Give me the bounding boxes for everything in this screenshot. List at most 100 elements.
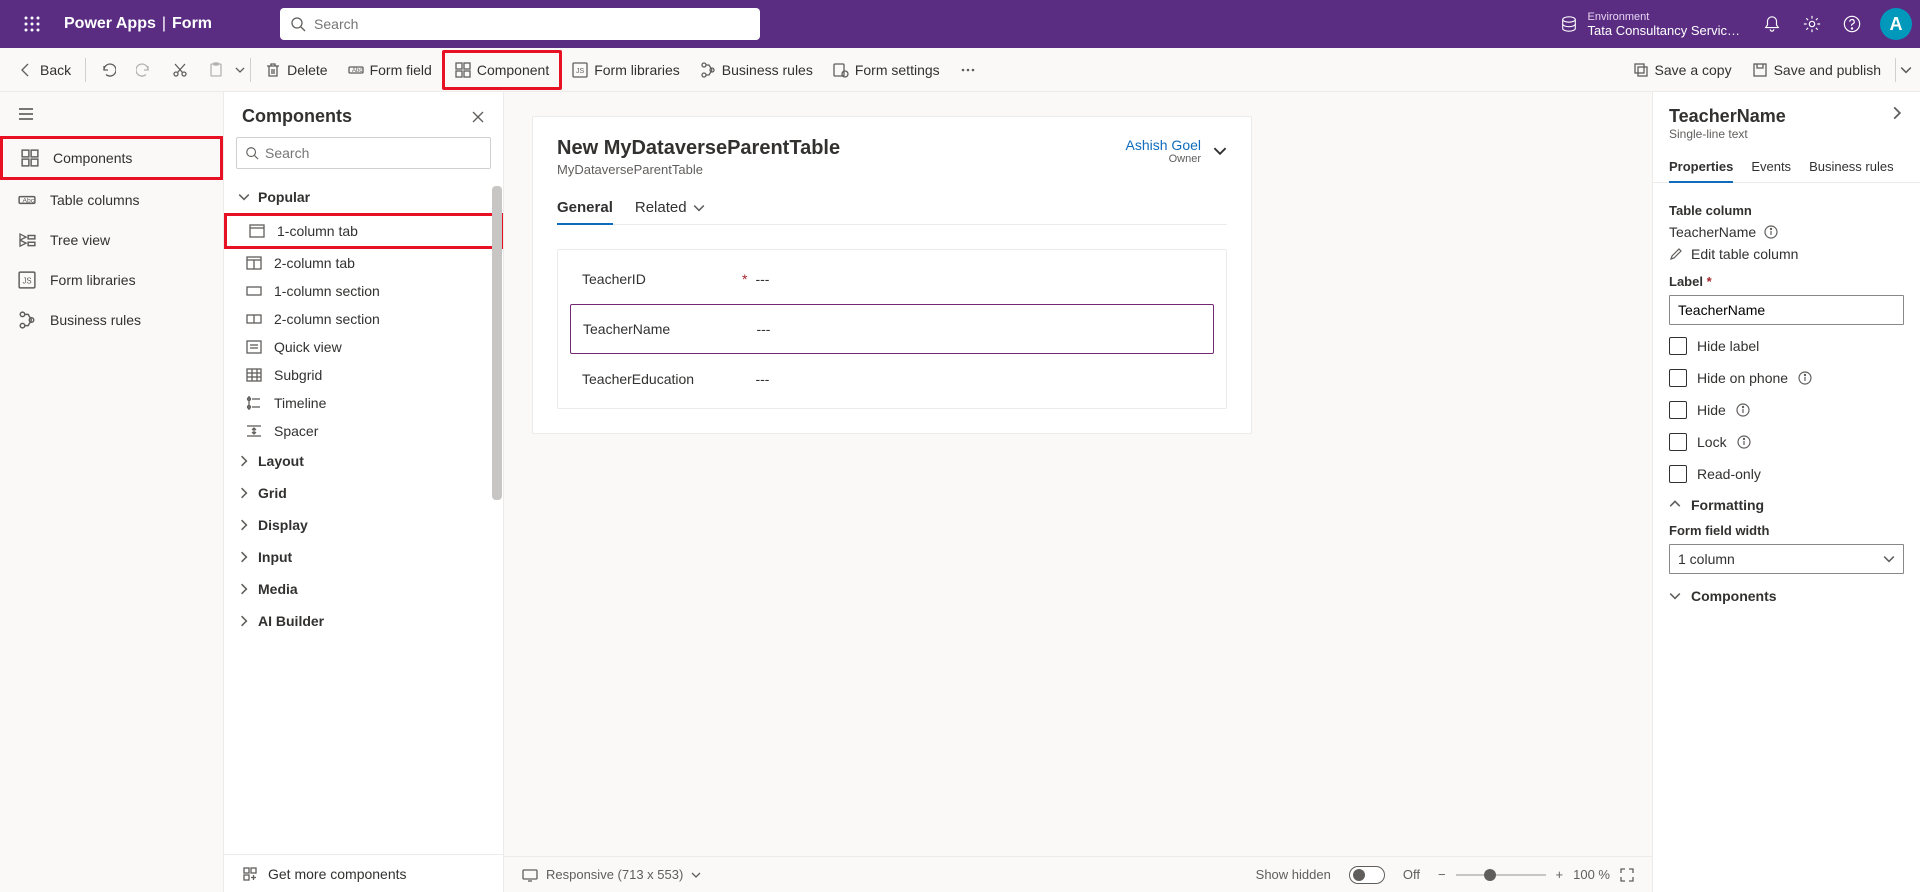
section-components[interactable]: Components	[1669, 588, 1904, 604]
undo-button[interactable]	[90, 54, 126, 86]
rail-item-form-libraries[interactable]: JS Form libraries	[0, 260, 223, 300]
prop-tab-events[interactable]: Events	[1751, 151, 1791, 182]
tab-related[interactable]: Related	[635, 191, 705, 224]
form-field-button[interactable]: Abc Form field	[338, 54, 442, 86]
checkbox-hide[interactable]: Hide	[1669, 401, 1904, 419]
category-display[interactable]: Display	[224, 509, 503, 541]
category-layout[interactable]: Layout	[224, 445, 503, 477]
form-card[interactable]: New MyDataverseParentTable MyDataversePa…	[532, 116, 1252, 434]
chevron-right-icon	[238, 455, 250, 467]
rail-item-table-columns[interactable]: Abc Table columns	[0, 180, 223, 220]
components-search[interactable]	[236, 137, 491, 169]
get-more-components[interactable]: Get more components	[224, 854, 503, 892]
paste-icon	[208, 62, 224, 78]
svg-text:Abc: Abc	[23, 197, 35, 204]
owner-field[interactable]: Ashish Goel Owner	[1126, 137, 1227, 165]
component-spacer[interactable]: Spacer	[224, 417, 503, 445]
show-hidden-toggle[interactable]	[1349, 866, 1385, 884]
zoom-out-button[interactable]: −	[1438, 867, 1446, 882]
tab-general[interactable]: General	[557, 191, 613, 224]
app-launcher-icon[interactable]	[8, 16, 56, 32]
environment-picker[interactable]: Environment Tata Consultancy Servic…	[1548, 11, 1752, 38]
back-button[interactable]: Back	[8, 54, 81, 86]
delete-button[interactable]: Delete	[255, 54, 337, 86]
properties-panel: TeacherName Single-line text Properties …	[1652, 92, 1920, 892]
field-width-select[interactable]: 1 column	[1669, 544, 1904, 574]
show-hidden-label: Show hidden	[1256, 867, 1331, 882]
fit-to-screen-button[interactable]	[1620, 868, 1634, 882]
delete-icon	[265, 62, 281, 78]
component-subgrid[interactable]: Subgrid	[224, 361, 503, 389]
component-1-column-section[interactable]: 1-column section	[224, 277, 503, 305]
table-column-value: TeacherName	[1669, 224, 1756, 240]
global-search[interactable]	[280, 8, 760, 40]
js-icon: JS	[572, 62, 588, 78]
field-row-teachereducation[interactable]: TeacherEducation * ---	[570, 354, 1214, 404]
form-field-icon: Abc	[348, 62, 364, 78]
components-panel-title: Components	[242, 106, 352, 127]
zoom-in-button[interactable]: +	[1556, 867, 1564, 882]
zoom-slider[interactable]	[1484, 869, 1496, 881]
components-scrollbar[interactable]	[491, 182, 503, 762]
form-subtitle: MyDataverseParentTable	[557, 162, 840, 177]
info-icon[interactable]	[1764, 225, 1778, 239]
section-formatting[interactable]: Formatting	[1669, 497, 1904, 513]
label-input[interactable]	[1669, 295, 1904, 325]
edit-table-column[interactable]: Edit table column	[1669, 246, 1904, 262]
category-ai-builder[interactable]: AI Builder	[224, 605, 503, 637]
redo-button[interactable]	[126, 54, 162, 86]
category-media[interactable]: Media	[224, 573, 503, 605]
rail-item-business-rules[interactable]: Business rules	[0, 300, 223, 340]
info-icon[interactable]	[1798, 371, 1812, 385]
category-grid[interactable]: Grid	[224, 477, 503, 509]
component-button[interactable]: Component	[442, 50, 562, 90]
save-dropdown[interactable]	[1900, 64, 1912, 76]
form-libraries-button[interactable]: JS Form libraries	[562, 54, 690, 86]
rail-item-components[interactable]: Components	[0, 136, 223, 180]
checkbox-hide-phone[interactable]: Hide on phone	[1669, 369, 1904, 387]
form-title: New MyDataverseParentTable	[557, 137, 840, 160]
rail-item-tree-view[interactable]: Tree view	[0, 220, 223, 260]
form-settings-button[interactable]: Form settings	[823, 54, 950, 86]
category-popular[interactable]: Popular	[224, 181, 503, 213]
zoom-control[interactable]: − + 100 %	[1438, 867, 1634, 882]
cut-button[interactable]	[162, 54, 198, 86]
environment-icon	[1560, 15, 1578, 33]
component-2-column-tab[interactable]: 2-column tab	[224, 249, 503, 277]
field-row-teacherid[interactable]: TeacherID * ---	[570, 254, 1214, 304]
info-icon[interactable]	[1737, 435, 1751, 449]
save-copy-button[interactable]: Save a copy	[1623, 54, 1742, 86]
info-icon[interactable]	[1736, 403, 1750, 417]
component-1-column-tab[interactable]: 1-column tab	[224, 213, 503, 249]
tab-2col-icon	[246, 255, 262, 271]
responsive-label[interactable]: Responsive (713 x 553)	[522, 867, 701, 883]
business-rules-button[interactable]: Business rules	[690, 54, 823, 86]
properties-expand-icon[interactable]	[1890, 106, 1904, 120]
save-publish-button[interactable]: Save and publish	[1742, 54, 1891, 86]
checkbox-hide-label[interactable]: Hide label	[1669, 337, 1904, 355]
checkbox-lock[interactable]: Lock	[1669, 433, 1904, 451]
field-row-teachername[interactable]: TeacherName * ---	[570, 304, 1214, 354]
user-avatar[interactable]: A	[1880, 8, 1912, 40]
component-timeline[interactable]: Timeline	[224, 389, 503, 417]
more-commands-button[interactable]	[950, 54, 986, 86]
svg-text:JS: JS	[576, 68, 585, 75]
paste-dropdown[interactable]	[234, 65, 246, 75]
rail-collapse-button[interactable]	[0, 92, 223, 136]
settings-icon[interactable]	[1792, 15, 1832, 33]
paste-button[interactable]	[198, 54, 234, 86]
form-canvas: New MyDataverseParentTable MyDataversePa…	[504, 92, 1652, 892]
component-2-column-section[interactable]: 2-column section	[224, 305, 503, 333]
checkbox-readonly[interactable]: Read-only	[1669, 465, 1904, 483]
components-search-input[interactable]	[265, 145, 482, 161]
global-search-input[interactable]	[314, 16, 750, 32]
component-quick-view[interactable]: Quick view	[224, 333, 503, 361]
category-input[interactable]: Input	[224, 541, 503, 573]
help-icon[interactable]	[1832, 15, 1872, 33]
components-panel-close[interactable]	[471, 110, 485, 124]
brand-title: Power Apps|Form	[56, 15, 220, 33]
prop-tab-properties[interactable]: Properties	[1669, 151, 1733, 182]
zoom-value: 100 %	[1573, 867, 1610, 882]
prop-tab-business-rules[interactable]: Business rules	[1809, 151, 1894, 182]
notifications-icon[interactable]	[1752, 15, 1792, 33]
